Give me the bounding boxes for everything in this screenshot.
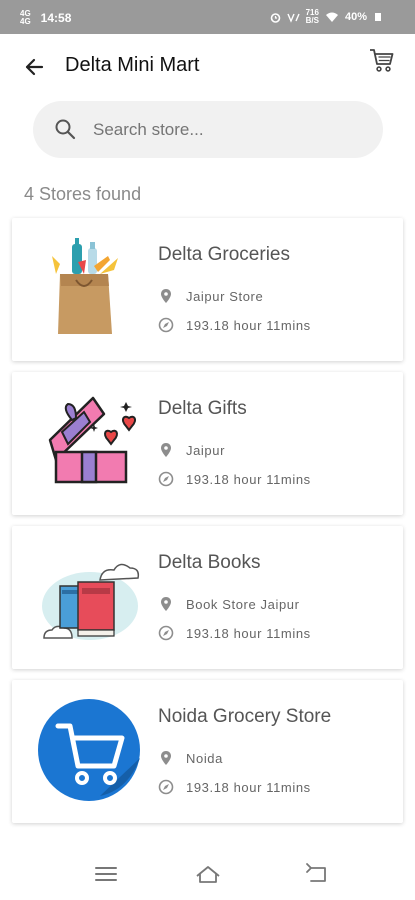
store-location-text: Noida <box>186 750 223 766</box>
store-time-text: 193.18 hour 11mins <box>186 317 311 333</box>
store-time: 193.18 hour 11mins <box>158 317 311 333</box>
compass-icon <box>158 471 174 487</box>
store-name: Noida Grocery Store <box>158 706 332 727</box>
results-count: 4 Stores found <box>24 184 142 204</box>
alarm-icon <box>270 12 280 23</box>
store-card[interactable]: Noida Grocery Store Noida 193.18 hour 11… <box>12 680 403 823</box>
compass-icon <box>158 317 174 333</box>
store-time-text: 193.18 hour 11mins <box>186 471 311 487</box>
search-input[interactable] <box>91 114 355 146</box>
books-image <box>42 563 140 640</box>
system-nav-bar <box>0 848 415 900</box>
store-time: 193.18 hour 11mins <box>158 471 311 487</box>
status-bar: 4G 4G 14:58 716 B/S 40% <box>0 0 415 34</box>
store-location-text: Jaipur <box>186 442 226 458</box>
gift-box-image <box>48 396 136 484</box>
store-card[interactable]: Delta Books Book Store Jaipur 193.18 hou… <box>12 526 403 669</box>
store-location: Book Store Jaipur <box>158 596 300 612</box>
search-icon <box>55 119 76 140</box>
compass-icon <box>158 779 174 795</box>
store-name: Delta Books <box>158 552 261 573</box>
grocery-bag-image <box>52 238 118 334</box>
store-name: Delta Groceries <box>158 244 290 265</box>
compass-icon <box>158 625 174 641</box>
location-pin-icon <box>161 751 171 765</box>
network-speed: 716 B/S <box>305 8 319 25</box>
store-time: 193.18 hour 11mins <box>158 779 311 795</box>
store-name: Delta Gifts <box>158 398 247 419</box>
signal-indicator: 4G 4G <box>20 9 31 26</box>
status-time: 14:58 <box>40 11 72 25</box>
store-location: Noida <box>158 750 223 766</box>
store-location-text: Jaipur Store <box>186 288 264 304</box>
cart-icon[interactable] <box>367 46 395 74</box>
store-time: 193.18 hour 11mins <box>158 625 311 641</box>
app-bar: Delta Mini Mart <box>0 34 415 98</box>
shopping-cart-image <box>38 699 140 801</box>
home-icon[interactable] <box>194 862 222 886</box>
volte-icon <box>286 13 300 23</box>
location-pin-icon <box>161 597 171 611</box>
back-arrow-icon[interactable] <box>20 52 50 82</box>
nav-back-icon[interactable] <box>303 862 331 886</box>
wifi-icon <box>325 12 338 22</box>
battery-icon <box>375 13 381 21</box>
store-time-text: 193.18 hour 11mins <box>186 625 311 641</box>
store-location: Jaipur <box>158 442 225 458</box>
store-card[interactable]: Delta Groceries Jaipur Store 193.18 hour… <box>12 218 403 361</box>
location-pin-icon <box>161 289 171 303</box>
store-time-text: 193.18 hour 11mins <box>186 779 311 795</box>
search-bar[interactable] <box>33 101 383 158</box>
battery-percent: 40% <box>344 11 367 23</box>
menu-icon[interactable] <box>92 862 120 886</box>
store-card[interactable]: Delta Gifts Jaipur 193.18 hour 11mins <box>12 372 403 515</box>
store-location: Jaipur Store <box>158 288 263 304</box>
location-pin-icon <box>161 443 171 457</box>
store-location-text: Book Store Jaipur <box>186 596 300 612</box>
page-title: Delta Mini Mart <box>65 54 200 76</box>
